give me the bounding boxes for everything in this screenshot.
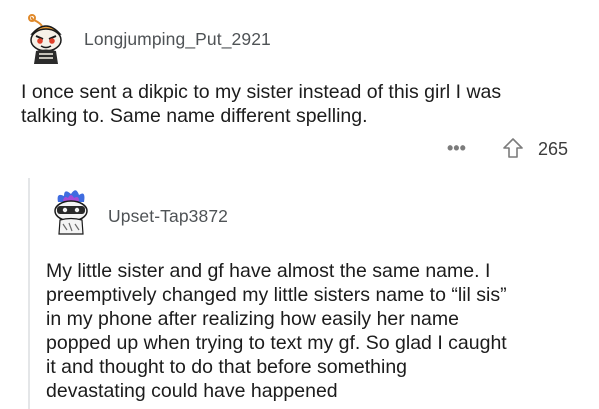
comment-body: I once sent a dikpic to my sister instea… — [21, 80, 581, 128]
upvote-score: 265 — [538, 139, 569, 159]
reply-author-avatar[interactable] — [46, 186, 96, 236]
reply-line: popped up when trying to text my gf. So … — [46, 332, 507, 354]
comment-thread: Longjumping_Put_2921 I once sent a dikpi… — [0, 0, 599, 409]
reply-line: preemptively changed my little sisters n… — [46, 284, 507, 306]
comment-line: talking to. Same name different spelling… — [21, 105, 368, 127]
upvote-arrow-icon[interactable] — [502, 137, 524, 159]
author-avatar[interactable] — [20, 14, 72, 66]
comment-actions: ••• 265 — [420, 136, 580, 160]
ellipsis-icon[interactable]: ••• — [447, 139, 466, 157]
reply-line: devastating could have happened — [46, 380, 338, 402]
reply-line: My little sister and gf have almost the … — [46, 260, 491, 282]
thread-indent-line[interactable] — [28, 178, 30, 409]
comment-line: I once sent a dikpic to my sister instea… — [21, 81, 502, 103]
snoo-avatar-icon — [54, 190, 88, 235]
reply-line: in my phone after realizing how easily h… — [46, 308, 459, 330]
reply-line: it and thought to do that before somethi… — [46, 356, 408, 378]
snoo-avatar-icon — [28, 14, 62, 64]
reply-author-name[interactable]: Upset-Tap3872 — [108, 206, 228, 227]
reply-body: My little sister and gf have almost the … — [46, 259, 591, 403]
comment-author-name[interactable]: Longjumping_Put_2921 — [84, 29, 271, 50]
